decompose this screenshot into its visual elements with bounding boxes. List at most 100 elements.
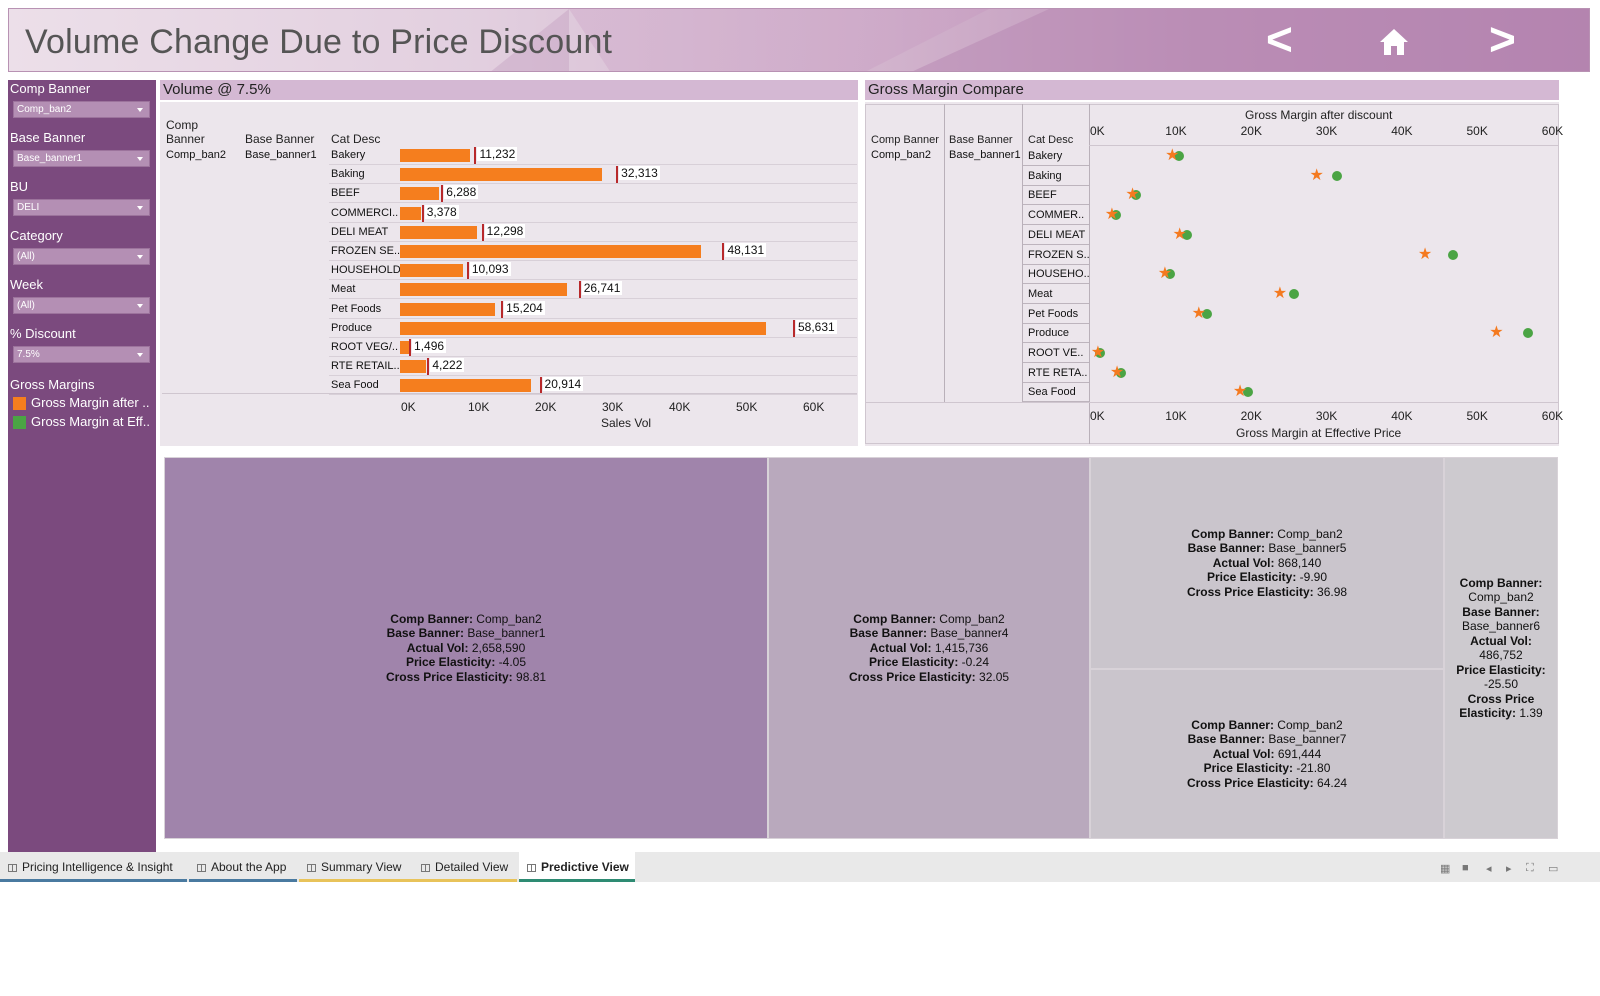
sheet-tab[interactable]: Detailed View xyxy=(413,852,517,882)
volume-bar[interactable] xyxy=(400,225,477,239)
treemap-field-label: Price Elasticity: xyxy=(1456,662,1546,677)
grid-view-icon[interactable]: ▦ xyxy=(1440,862,1452,875)
vol-col-cat-desc: Cat Desc xyxy=(331,132,381,146)
gm-effective-point[interactable] xyxy=(1448,249,1459,260)
volume-value-label: 58,631 xyxy=(796,319,837,334)
volume-bar[interactable] xyxy=(400,283,568,297)
treemap-field-label: Cross Price Elasticity: xyxy=(385,669,513,684)
sheet-tab[interactable]: Predictive View xyxy=(519,852,635,882)
row-divider xyxy=(329,279,857,281)
tab-label: Summary View xyxy=(321,860,402,874)
prev-sheet-icon[interactable]: ◂ xyxy=(1486,862,1498,875)
row-divider xyxy=(329,240,857,242)
volume-bar[interactable] xyxy=(400,264,464,278)
legend-item-label[interactable]: Gross Margin after .. xyxy=(31,395,149,410)
treemap-field-label: Elasticity: xyxy=(1459,706,1516,720)
treemap-field-value: 64.24 xyxy=(1317,775,1348,790)
next-sheet-icon[interactable]: ▸ xyxy=(1506,862,1518,875)
gm-after-discount-point[interactable]: ★ xyxy=(1165,148,1179,164)
row-divider xyxy=(329,298,857,300)
gm-after-discount-point[interactable]: ★ xyxy=(1310,167,1324,184)
filter-dropdown[interactable]: Base_banner1 xyxy=(13,150,150,167)
gm-after-discount-point[interactable]: ★ xyxy=(1233,384,1247,400)
treemap-field-value: Comp_ban2 xyxy=(1468,590,1534,604)
gm-effective-point[interactable] xyxy=(1331,170,1342,181)
tab-label: About the App xyxy=(211,860,287,874)
volume-bar[interactable] xyxy=(400,341,410,354)
sheet-tab[interactable]: About the App xyxy=(189,852,297,882)
gm-category-label: Bakery xyxy=(1028,150,1063,162)
dashboard-icon xyxy=(8,864,17,872)
gm-divider xyxy=(944,104,945,402)
category-label: COMMERCI.. xyxy=(331,206,399,219)
reference-tick xyxy=(474,147,477,164)
filter-dropdown[interactable]: (All) xyxy=(13,248,150,265)
volume-bar[interactable] xyxy=(400,379,531,393)
tab-underline xyxy=(413,879,517,882)
gm-after-discount-point[interactable]: ★ xyxy=(1158,266,1172,282)
axis-line xyxy=(162,393,857,394)
volume-bar[interactable] xyxy=(400,245,701,258)
reference-tick xyxy=(409,339,412,356)
category-label: Bakery xyxy=(331,149,366,161)
filter-dropdown[interactable]: DELI xyxy=(13,199,150,216)
treemap-field-value: Base_banner1 xyxy=(467,626,546,641)
gm-category-label: Sea Food xyxy=(1028,386,1076,399)
treemap-field-value: -25.50 xyxy=(1483,677,1518,691)
bottom-tick-label: 40K xyxy=(1391,409,1413,423)
row-divider xyxy=(1023,224,1089,226)
treemap-cell[interactable]: Comp Banner: Comp_ban2 Base Banner: Base_… xyxy=(164,457,768,839)
filter-dropdown[interactable]: 7.5% xyxy=(13,346,150,363)
filter-dropdown[interactable]: (All) xyxy=(13,297,150,314)
treemap-cell[interactable]: Comp Banner: Comp_ban2 Base Banner: Base_… xyxy=(1090,669,1444,839)
volume-bar[interactable] xyxy=(400,302,496,316)
sheet-tab[interactable]: Summary View xyxy=(299,852,413,882)
presentation-icon[interactable]: ▭ xyxy=(1548,862,1560,875)
gm-after-discount-point[interactable]: ★ xyxy=(1273,285,1287,302)
volume-bar[interactable] xyxy=(400,360,427,374)
treemap-field-value: -4.05 xyxy=(498,655,527,670)
sheet-tab[interactable]: Pricing Intelligence & Insight xyxy=(0,852,187,882)
reference-tick xyxy=(578,281,581,299)
gm-after-discount-point[interactable]: ★ xyxy=(1110,364,1124,381)
treemap-cell[interactable]: Comp Banner: Comp_ban2 Base Banner: Base_… xyxy=(1090,457,1444,669)
gm-after-discount-point[interactable]: ★ xyxy=(1091,345,1105,361)
volume-bar[interactable] xyxy=(400,168,602,182)
tab-underline xyxy=(189,879,297,882)
filter-label: BU xyxy=(10,179,29,194)
row-divider xyxy=(329,394,857,396)
previous-button[interactable]: < xyxy=(1266,16,1293,62)
gm-after-discount-point[interactable]: ★ xyxy=(1105,207,1119,223)
next-button[interactable]: > xyxy=(1489,16,1516,62)
filter-value: (All) xyxy=(17,251,35,262)
fullscreen-icon[interactable]: ⛶ xyxy=(1526,862,1538,874)
volume-bar[interactable] xyxy=(400,206,422,220)
top-tick-label: 10K xyxy=(1165,124,1187,138)
filter-value: (All) xyxy=(17,300,35,311)
x-tick-label: 0K xyxy=(401,400,416,414)
volume-bar[interactable] xyxy=(400,187,440,201)
treemap-field-value: 32.05 xyxy=(979,669,1010,684)
gm-after-discount-point[interactable]: ★ xyxy=(1125,187,1139,203)
gm-after-discount-point[interactable]: ★ xyxy=(1192,305,1206,322)
row-divider xyxy=(1023,342,1089,344)
treemap-field-label: Base Banner: xyxy=(1187,732,1265,747)
treemap-cell[interactable]: Comp Banner: Comp_ban2 Base Banner: Base_ba… xyxy=(1444,457,1558,839)
row-divider xyxy=(329,183,857,185)
home-icon[interactable] xyxy=(1377,25,1411,59)
legend-item-label[interactable]: Gross Margin at Eff.. xyxy=(31,414,150,429)
category-label: Baking xyxy=(331,168,365,181)
volume-bar[interactable] xyxy=(400,149,471,162)
gm-after-discount-point[interactable]: ★ xyxy=(1489,325,1503,341)
gm-after-discount-point[interactable]: ★ xyxy=(1173,226,1187,243)
gm-col-cat-desc: Cat Desc xyxy=(1028,134,1074,146)
x-tick-label: 50K xyxy=(736,400,758,414)
single-view-icon[interactable]: ■ xyxy=(1462,862,1474,874)
gm-effective-point[interactable] xyxy=(1288,288,1299,299)
filter-dropdown[interactable]: Comp_ban2 xyxy=(13,101,150,118)
reference-tick xyxy=(481,223,484,241)
volume-bar[interactable] xyxy=(400,321,767,335)
gm-after-discount-point[interactable]: ★ xyxy=(1418,246,1432,263)
treemap-cell[interactable]: Comp Banner: Comp_ban2 Base Banner: Base_… xyxy=(768,457,1090,839)
category-label: BEEF xyxy=(331,187,360,200)
